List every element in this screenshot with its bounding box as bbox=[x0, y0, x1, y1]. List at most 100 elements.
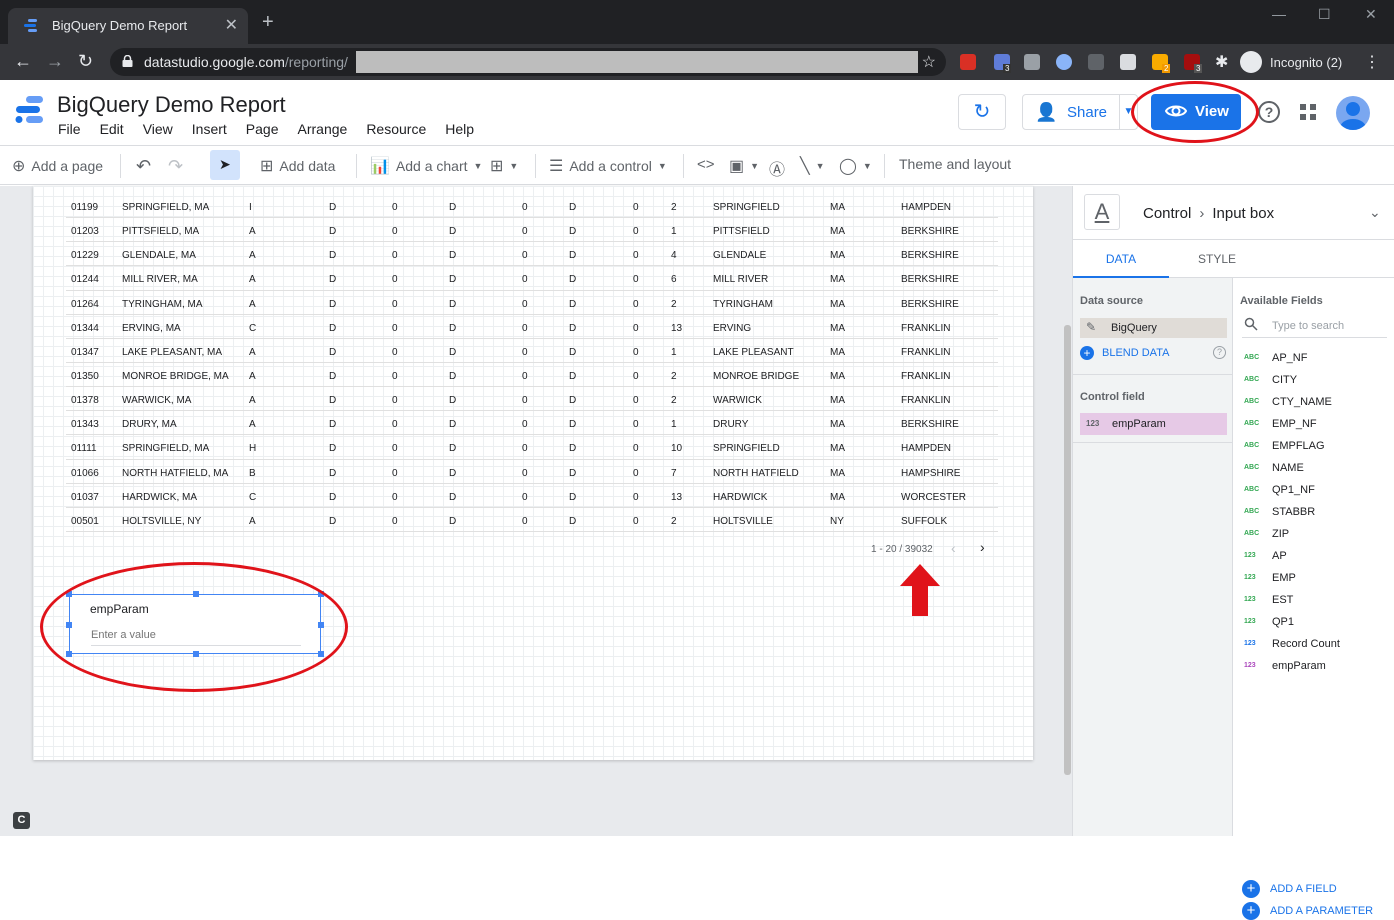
undo-icon[interactable]: ↶ bbox=[136, 156, 151, 177]
table-row[interactable]: 00501 HOLTSVILLE, NY A D 0 D 0 D 0 2 HOLTSVILLE NY S… bbox=[66, 508, 998, 532]
table-row[interactable]: 01344 ERVING, MA C D 0 D 0 D 0 13 ERVING MA FRANKLIN bbox=[66, 315, 998, 339]
tab-data[interactable]: DATA bbox=[1073, 240, 1169, 278]
menu-help[interactable]: Help bbox=[445, 121, 474, 137]
apps-grid-icon[interactable] bbox=[1300, 104, 1316, 120]
extension-badge: 3 bbox=[1194, 64, 1203, 73]
table-cell: D bbox=[329, 226, 337, 238]
table-cell: D bbox=[329, 419, 337, 431]
available-fields-column: Available Fields Type to search ABC AP_NF… bbox=[1234, 278, 1394, 920]
pencil-icon[interactable]: ✎ bbox=[1086, 320, 1096, 334]
community-viz-button[interactable]: ⊞ ▼ bbox=[490, 156, 518, 176]
minimize-icon[interactable]: — bbox=[1272, 6, 1286, 22]
table-row[interactable]: 01244 MILL RIVER, MA A D 0 D 0 D 0 6 MILL RIVER MA B… bbox=[66, 266, 998, 291]
window-close-icon[interactable]: ✕ bbox=[1365, 6, 1377, 23]
avatar[interactable] bbox=[1336, 96, 1370, 130]
help-icon[interactable]: ? bbox=[1213, 346, 1226, 359]
table-row[interactable]: 01264 TYRINGHAM, MA A D 0 D 0 D 0 2 TYRINGHAM MA BER… bbox=[66, 291, 998, 315]
extension-icon[interactable] bbox=[1056, 54, 1072, 70]
panel-header: A Control › Input box ⌄ bbox=[1073, 186, 1394, 240]
browser-menu-icon[interactable]: ⋮ bbox=[1364, 52, 1380, 72]
properties-panel: A Control › Input box ⌄ DATA STYLE Data … bbox=[1072, 186, 1394, 920]
table-row[interactable]: 01199 SPRINGFIELD, MA I D 0 D 0 D 0 2 SPRINGFIELD M… bbox=[66, 194, 998, 219]
table-row[interactable]: 01203 PITTSFIELD, MA A D 0 D 0 D 0 1 PITTSFIELD MA B… bbox=[66, 218, 998, 243]
table-cell: 0 bbox=[633, 274, 639, 286]
tab-style[interactable]: STYLE bbox=[1169, 240, 1265, 278]
blend-data-button[interactable]: + BLEND DATA bbox=[1080, 346, 1169, 360]
table-row[interactable]: 01037 HARDWICK, MA C D 0 D 0 D 0 13 HARDWICK MA WORC… bbox=[66, 484, 998, 508]
image-button[interactable]: ▣ ▼ bbox=[729, 156, 759, 176]
forward-icon[interactable]: → bbox=[46, 51, 64, 72]
menu-insert[interactable]: Insert bbox=[192, 121, 227, 137]
table-row[interactable]: 01350 MONROE BRIDGE, MA A D 0 D 0 D 0 2 MONROE BRI… bbox=[66, 363, 998, 388]
chevron-down-icon: ▼ bbox=[862, 161, 872, 171]
help-icon[interactable]: ? bbox=[1258, 101, 1280, 123]
puzzle-extensions-icon[interactable]: ✱ bbox=[1215, 52, 1228, 72]
edit-toolbar: ⊕ Add a page ↶ ↷ ➤ ⊞ Add data 📊 Add a ch… bbox=[0, 145, 1394, 185]
data-studio-logo-icon bbox=[15, 96, 43, 123]
report-title[interactable]: BigQuery Demo Report bbox=[57, 92, 286, 118]
add-page-button[interactable]: ⊕ Add a page bbox=[12, 156, 103, 176]
data-source-chip[interactable]: ✎ BigQuery bbox=[1080, 318, 1227, 338]
menu-view[interactable]: View bbox=[143, 121, 173, 137]
add-control-button[interactable]: ☰ Add a control ▼ bbox=[549, 156, 667, 176]
line-button[interactable]: ╲ ▼ bbox=[800, 156, 825, 176]
chevron-down-icon[interactable]: ⌄ bbox=[1369, 204, 1381, 221]
refresh-data-button[interactable]: ↻ bbox=[958, 94, 1006, 130]
reload-icon[interactable]: ↻ bbox=[78, 51, 93, 72]
add-chart-button[interactable]: 📊 Add a chart ▼ bbox=[370, 156, 482, 176]
bookmark-star-icon[interactable]: ☆ bbox=[922, 52, 936, 72]
table-row[interactable]: 01066 NORTH HATFIELD, MA B D 0 D 0 D 0 7 NORTH HAT… bbox=[66, 460, 998, 484]
extension-icon[interactable] bbox=[1024, 54, 1040, 70]
section-divider bbox=[1073, 442, 1233, 443]
table-cell: 01350 bbox=[71, 370, 99, 382]
browser-tab[interactable]: BigQuery Demo Report ✕ bbox=[8, 8, 248, 44]
table-cell: 01111 bbox=[71, 443, 97, 455]
table-cell: 0 bbox=[633, 467, 639, 479]
menu-page[interactable]: Page bbox=[246, 121, 279, 137]
theme-and-layout-button[interactable]: Theme and layout bbox=[899, 156, 1011, 172]
next-page-icon[interactable]: › bbox=[980, 539, 985, 555]
table-row[interactable]: 01343 DRURY, MA A D 0 D 0 D 0 1 DRURY MA BERKSHIRE bbox=[66, 411, 998, 436]
menu-edit[interactable]: Edit bbox=[100, 121, 124, 137]
table-cell: D bbox=[449, 226, 457, 238]
shape-button[interactable]: ◯ ▼ bbox=[839, 156, 872, 176]
menu-arrange[interactable]: Arrange bbox=[298, 121, 348, 137]
back-icon[interactable]: ← bbox=[14, 51, 32, 72]
table-cell: 0 bbox=[392, 419, 398, 431]
field-name: QP1_NF bbox=[1272, 484, 1315, 496]
table-row[interactable]: 01378 WARWICK, MA A D 0 D 0 D 0 2 WARWICK MA FRANKLI… bbox=[66, 387, 998, 412]
canvas-scrollbar[interactable] bbox=[1064, 325, 1071, 775]
table-cell: SPRINGFIELD bbox=[713, 443, 780, 455]
extension-icon[interactable] bbox=[1120, 54, 1136, 70]
embed-code-icon[interactable]: <> bbox=[697, 156, 715, 173]
filter-icon: ☰ bbox=[549, 158, 564, 175]
crumb-input-box: Input box bbox=[1212, 205, 1275, 222]
menu-file[interactable]: File bbox=[58, 121, 81, 137]
previous-page-icon[interactable]: ‹ bbox=[951, 540, 956, 556]
tab-close-icon[interactable]: ✕ bbox=[225, 15, 238, 35]
data-table[interactable]: 01199 SPRINGFIELD, MA I D 0 D 0 D 0 2 SPRINGFIELD M… bbox=[66, 194, 998, 532]
table-row[interactable]: 01347 LAKE PLEASANT, MA A D 0 D 0 D 0 1 LAKE PLEAS… bbox=[66, 339, 998, 363]
table-row[interactable]: 01111 SPRINGFIELD, MA H D 0 D 0 D 0 10 SPRINGFIELD… bbox=[66, 435, 998, 460]
address-bar[interactable]: datastudio.google.com/reporting/ ☆ bbox=[110, 48, 946, 76]
add-data-button[interactable]: ⊞ Add data bbox=[260, 156, 335, 176]
text-type-icon: ABC bbox=[1244, 420, 1260, 427]
share-button[interactable]: 👤 Share ▼ bbox=[1022, 94, 1138, 130]
redo-icon[interactable]: ↷ bbox=[168, 156, 183, 177]
maximize-icon[interactable]: ☐ bbox=[1318, 6, 1331, 23]
add-parameter-button[interactable]: + ADD A PARAMETER bbox=[1242, 902, 1373, 920]
menu-resource[interactable]: Resource bbox=[366, 121, 426, 137]
new-tab-icon[interactable]: + bbox=[262, 12, 274, 32]
field-search-input[interactable]: Type to search bbox=[1242, 316, 1387, 338]
extension-icon[interactable] bbox=[960, 54, 976, 70]
table-cell: 01037 bbox=[71, 491, 99, 503]
incognito-indicator[interactable]: Incognito (2) bbox=[1240, 50, 1342, 74]
table-cell: 0 bbox=[392, 346, 398, 358]
number-type-icon: 123 bbox=[1244, 662, 1256, 669]
extension-icon[interactable] bbox=[1088, 54, 1104, 70]
table-row[interactable]: 01229 GLENDALE, MA A D 0 D 0 D 0 4 GLENDALE MA BERKS… bbox=[66, 242, 998, 267]
table-cell: B bbox=[249, 467, 256, 479]
control-field-chip[interactable]: 123 empParam bbox=[1080, 413, 1227, 435]
add-field-button[interactable]: + ADD A FIELD bbox=[1242, 880, 1337, 898]
text-box-icon[interactable]: Ⓐ bbox=[769, 156, 785, 180]
